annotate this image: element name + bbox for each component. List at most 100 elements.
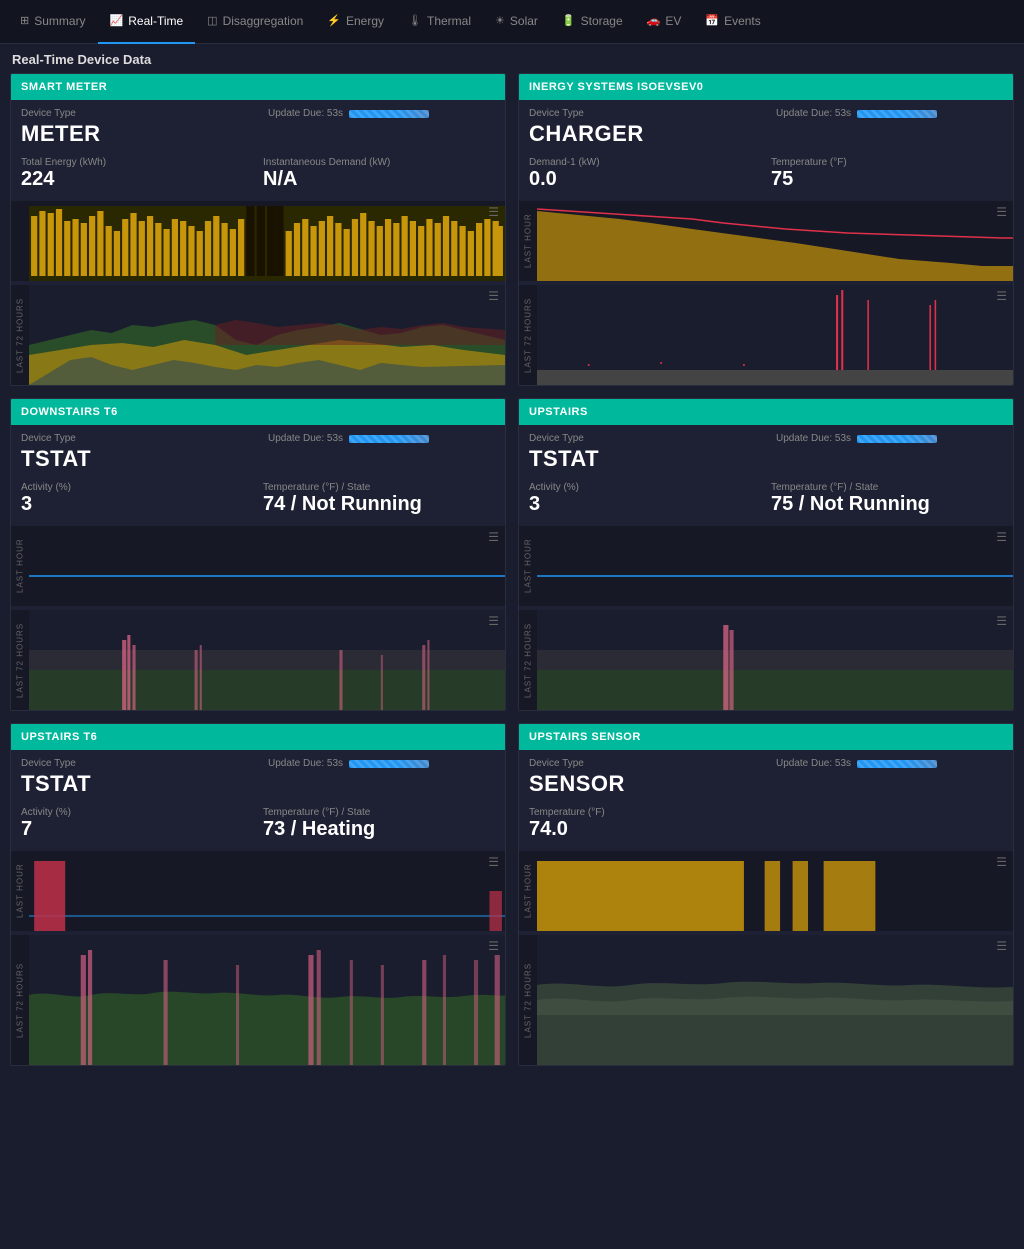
nav-solar-label: Solar [510,14,538,28]
storage-icon: 🔋 [562,14,576,27]
upstairs-device-type-label: Device Type [529,433,756,444]
card-downstairs-header: DOWNSTAIRS T6 [11,399,505,425]
upstairs-update-block: Update Due: 53s [776,433,1003,472]
nav-solar[interactable]: ☀ Solar [483,0,550,44]
chart-upstairs-sensor-72h-svg [537,935,1013,1065]
chart-inergy-hour: LAST HOUR ☰ [519,201,1013,281]
chart-upstairs-t6-72h-label: LAST 72 HOURS [12,935,28,1065]
chart-downstairs-hour-menu[interactable]: ☰ [488,530,499,544]
nav-ev[interactable]: 🚗 EV [635,0,694,44]
metric-inst-demand-label: Instantaneous Demand (kW) [263,157,495,168]
device-type-block: Device Type METER [21,108,248,147]
chart-upstairs-sensor-72h-label: LAST 72 HOURS [520,935,536,1065]
card-inergy-info: Device Type CHARGER Update Due: 53s [519,100,1013,153]
upstairs-update-bar [857,435,937,443]
downstairs-update-block: Update Due: 53s [268,433,495,472]
energy-icon: ⚡ [327,14,341,27]
chart-upstairs-hour-label: LAST HOUR [520,526,536,606]
nav-events[interactable]: 📅 Events [693,0,772,44]
metric-temp-inergy-label: Temperature (°F) [771,157,1003,168]
inergy-update-row: Update Due: 53s [776,108,1003,119]
chart-upstairs-sensor-hour-menu[interactable]: ☰ [996,855,1007,869]
card-upstairs: UPSTAIRS Device Type TSTAT Update Due: 5… [518,398,1014,711]
card-downstairs-t6: DOWNSTAIRS T6 Device Type TSTAT Update D… [10,398,506,711]
nav-disaggregation-label: Disaggregation [223,14,304,28]
metric-activity-upstairs: Activity (%) 3 [529,482,761,516]
metric-activity-upstairs-t6: Activity (%) 7 [21,807,253,841]
metric-temp-sensor-value: 74.0 [529,818,1003,841]
nav-energy-label: Energy [346,14,384,28]
summary-icon: ⊞ [20,14,29,27]
upstairs-t6-update-block: Update Due: 53s [268,758,495,797]
nav-disaggregation[interactable]: ◫ Disaggregation [195,0,315,44]
metric-temp-state-upstairs: Temperature (°F) / State 75 / Not Runnin… [771,482,1003,516]
chart-upstairs-72h-menu[interactable]: ☰ [996,614,1007,628]
realtime-icon: 📈 [110,14,124,27]
card-smart-meter: SMART METER Device Type METER Update Due… [10,73,506,386]
update-block: Update Due: 53s [268,108,495,147]
upstairs-device-type-block: Device Type TSTAT [529,433,756,472]
chart-downstairs-hour-svg [29,526,505,606]
card-upstairs-t6-header: UPSTAIRS T6 [11,724,505,750]
card-upstairs-header: UPSTAIRS [519,399,1013,425]
chart-smart-meter-hour-svg [29,201,505,281]
update-label: Update Due: 53s [268,108,343,119]
chart-inergy-72h-svg [537,285,1013,385]
upstairs-sensor-metrics-row: Temperature (°F) 74.0 [519,803,1013,847]
nav-summary[interactable]: ⊞ Summary [8,0,98,44]
nav-energy[interactable]: ⚡ Energy [315,0,396,44]
metric-temp-state-downstairs-label: Temperature (°F) / State [263,482,495,493]
device-type-label: Device Type [21,108,248,119]
nav-realtime[interactable]: 📈 Real-Time [98,0,196,44]
metric-activity-upstairs-t6-label: Activity (%) [21,807,253,818]
metric-temp-state-downstairs-value: 74 / Not Running [263,493,495,516]
device-grid: SMART METER Device Type METER Update Due… [0,73,1024,1078]
chart-hour-label: LAST HOUR [11,201,12,281]
chart-72h-menu[interactable]: ☰ [488,289,499,303]
chart-upstairs-sensor-72h-menu[interactable]: ☰ [996,939,1007,953]
chart-downstairs-72h-label: LAST 72 HOURS [12,610,28,710]
card-inergy: INERGY SYSTEMS ISOEVSEV0 Device Type CHA… [518,73,1014,386]
metrics-row: Total Energy (kWh) 224 Instantaneous Dem… [11,153,505,197]
metric-temp-inergy-value: 75 [771,168,1003,191]
upstairs-sensor-device-type-block: Device Type SENSOR [529,758,756,797]
chart-upstairs-hour: LAST HOUR ☰ [519,526,1013,606]
nav-storage[interactable]: 🔋 Storage [550,0,635,44]
metric-activity-downstairs-label: Activity (%) [21,482,253,493]
inergy-update-block: Update Due: 53s [776,108,1003,147]
chart-upstairs-72h: LAST 72 HOURS ☰ [519,610,1013,710]
nav-ev-label: EV [665,14,681,28]
chart-downstairs-hour: LAST HOUR ☰ [11,526,505,606]
nav-thermal[interactable]: 🌡 Thermal [396,0,483,44]
upstairs-sensor-device-type-value: SENSOR [529,771,756,797]
upstairs-device-type-value: TSTAT [529,446,756,472]
chart-inergy-72h-menu[interactable]: ☰ [996,289,1007,303]
chart-upstairs-t6-72h: LAST 72 HOURS ☰ [11,935,505,1065]
metric-temp-inergy: Temperature (°F) 75 [771,157,1003,191]
ev-icon: 🚗 [647,14,661,27]
chart-upstairs-t6-hour-menu[interactable]: ☰ [488,855,499,869]
metric-temp-state-upstairs-t6-value: 73 / Heating [263,818,495,841]
chart-upstairs-t6-72h-menu[interactable]: ☰ [488,939,499,953]
metric-inst-demand-value: N/A [263,168,495,191]
navigation: ⊞ Summary 📈 Real-Time ◫ Disaggregation ⚡… [0,0,1024,44]
chart-upstairs-sensor-hour-label: LAST HOUR [520,851,536,931]
upstairs-t6-device-type-label: Device Type [21,758,248,769]
device-type-value: METER [21,121,248,147]
upstairs-t6-device-type-value: TSTAT [21,771,248,797]
inergy-metrics-row: Demand-1 (kW) 0.0 Temperature (°F) 75 [519,153,1013,197]
upstairs-sensor-update-row: Update Due: 53s [776,758,1003,769]
chart-downstairs-72h-menu[interactable]: ☰ [488,614,499,628]
update-row: Update Due: 53s [268,108,495,119]
chart-upstairs-hour-menu[interactable]: ☰ [996,530,1007,544]
metric-temp-state-upstairs-t6-label: Temperature (°F) / State [263,807,495,818]
upstairs-t6-update-bar [349,760,429,768]
metric-temp-sensor-label: Temperature (°F) [529,807,1003,818]
metric-total-energy-value: 224 [21,168,253,191]
chart-inergy-hour-svg [537,201,1013,281]
chart-menu-icon[interactable]: ☰ [488,205,499,219]
chart-inergy-hour-menu[interactable]: ☰ [996,205,1007,219]
card-inergy-header: INERGY SYSTEMS ISOEVSEV0 [519,74,1013,100]
metric-temp-state-downstairs: Temperature (°F) / State 74 / Not Runnin… [263,482,495,516]
metric-demand1: Demand-1 (kW) 0.0 [529,157,761,191]
